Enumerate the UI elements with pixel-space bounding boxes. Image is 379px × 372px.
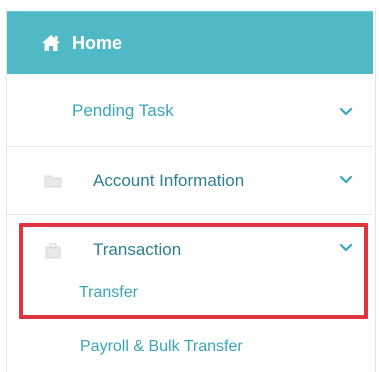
sidebar-subitem-payroll-bulk-transfer[interactable]: Payroll & Bulk Transfer xyxy=(7,330,373,364)
sidebar-item-pending-task[interactable]: Pending Task xyxy=(7,88,373,134)
highlight-annotation-box xyxy=(19,223,368,319)
divider xyxy=(7,146,373,147)
sidebar-item-account-information-label: Account Information xyxy=(93,171,245,190)
sidebar-item-pending-task-label: Pending Task xyxy=(72,101,174,120)
chevron-down-icon[interactable] xyxy=(339,104,353,116)
sidebar-menu-screenshot: Home Pending Task Account Information Tr… xyxy=(0,0,379,372)
sidebar-item-account-information[interactable]: Account Information xyxy=(7,158,373,204)
sidebar-subitem-payroll-bulk-transfer-label: Payroll & Bulk Transfer xyxy=(80,338,243,355)
chevron-down-icon[interactable] xyxy=(339,172,353,184)
divider xyxy=(7,214,373,215)
sidebar-item-home[interactable]: Home xyxy=(7,11,373,74)
folder-icon xyxy=(44,174,62,188)
sidebar-item-home-label: Home xyxy=(72,32,123,53)
home-icon xyxy=(40,33,62,53)
